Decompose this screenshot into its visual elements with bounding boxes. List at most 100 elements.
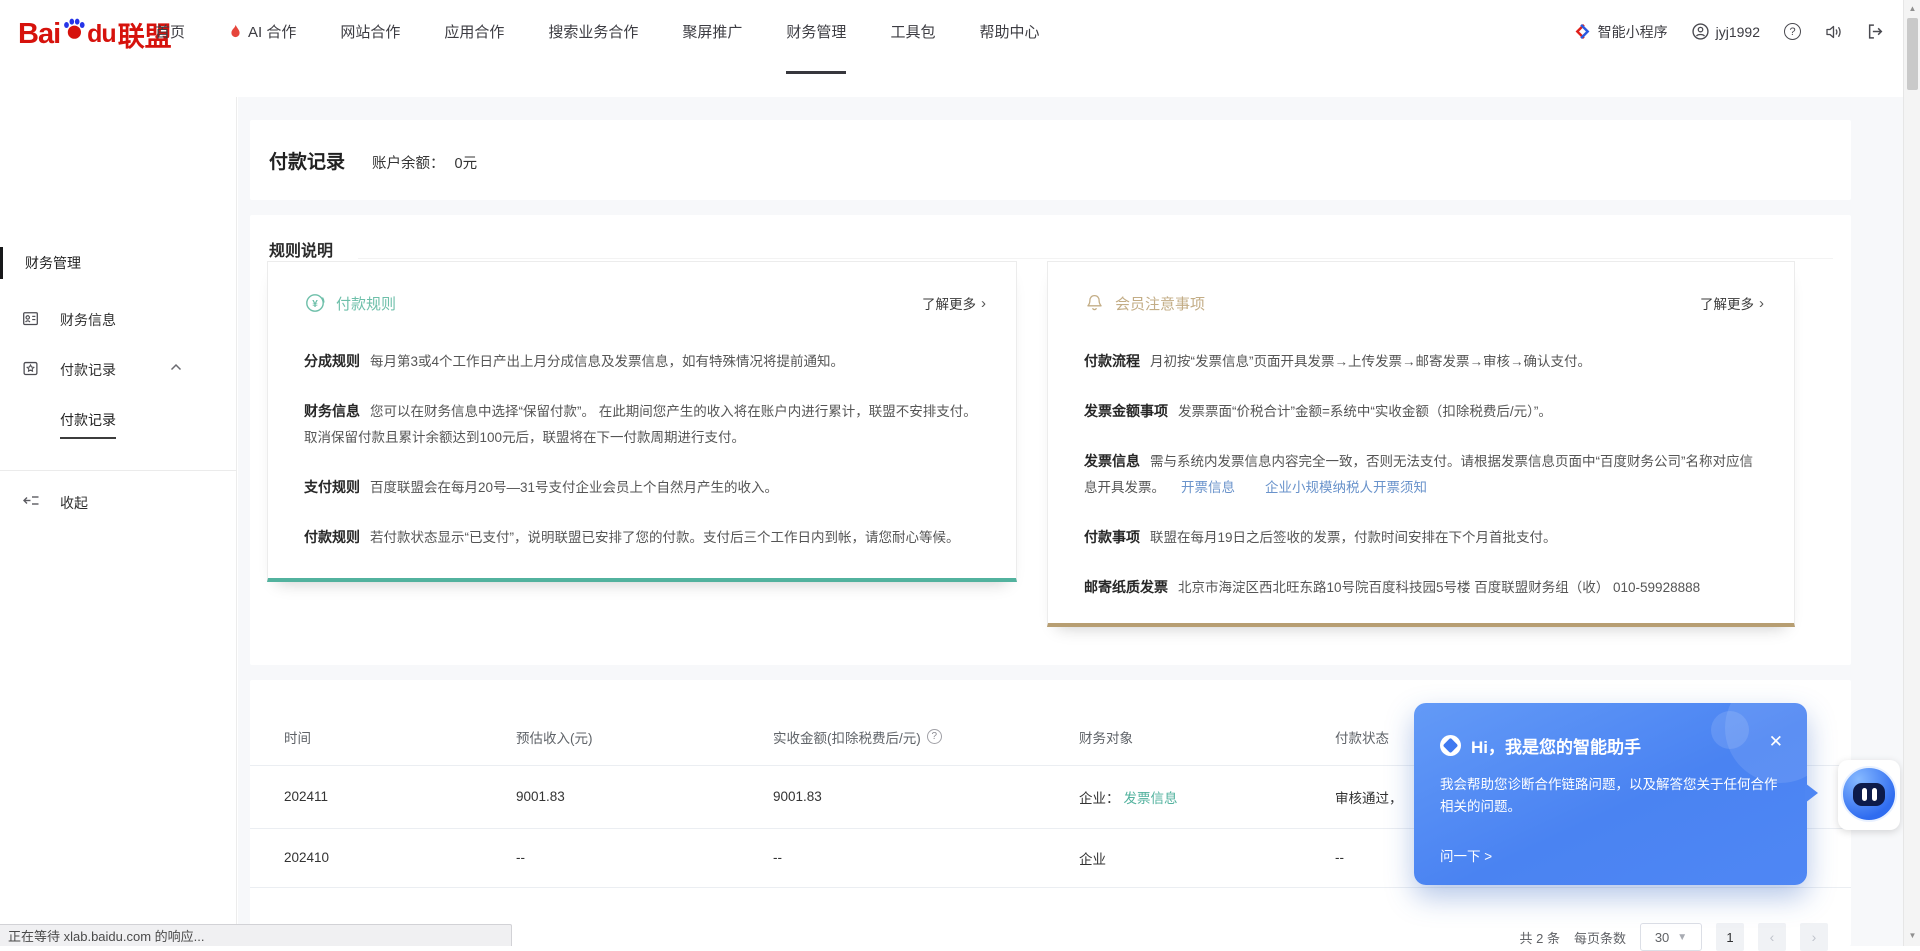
mini-program-entry[interactable]: 智能小程序 xyxy=(1574,22,1668,42)
rule-label: 发票信息 xyxy=(1084,453,1140,469)
logo-text-bai: Bai xyxy=(18,18,60,51)
rules-section-title: 规则说明 xyxy=(269,237,333,261)
balance-value: 0元 xyxy=(455,156,478,172)
scroll-up-arrow[interactable]: ▲ xyxy=(1904,4,1920,13)
ask-now-link[interactable]: 问一下 > xyxy=(1440,845,1492,865)
top-navbar: Bai du 联盟 首页 AI 合作 网站合作 应用合作 搜索业务合作 聚屏推广… xyxy=(0,0,1920,97)
logo-text-du: du xyxy=(87,20,116,49)
status-text: 正在等待 xlab.baidu.com 的响应... xyxy=(8,926,205,945)
page-size-select[interactable]: 30▼ xyxy=(1640,923,1702,951)
scrollbar-thumb[interactable] xyxy=(1907,18,1918,90)
payment-rules-title: 付款规则 xyxy=(336,293,396,314)
rule-label: 分成规则 xyxy=(304,353,360,369)
member-notes-card: 会员注意事项 了解更多› 付款流程月初按“发票信息”页面开具发票→上传发票→邮寄… xyxy=(1047,261,1795,627)
compass-icon xyxy=(1440,735,1461,756)
paw-icon xyxy=(62,18,86,40)
table-divider xyxy=(250,887,1851,888)
rule-label: 发票金额事项 xyxy=(1084,403,1168,419)
balance-label: 账户余额： xyxy=(372,156,445,172)
mini-program-diamond-icon xyxy=(1574,23,1591,40)
cell-estimated: -- xyxy=(516,850,773,865)
page-number-button[interactable]: 1 xyxy=(1716,923,1744,951)
robot-avatar-icon xyxy=(1841,766,1897,822)
cell-received: -- xyxy=(773,850,1079,865)
rule-label: 邮寄纸质发票 xyxy=(1084,579,1168,595)
prev-page-button[interactable]: ‹ xyxy=(1758,923,1786,951)
sound-icon[interactable] xyxy=(1825,24,1843,40)
col-header-entity: 财务对象 xyxy=(1079,727,1335,747)
learn-more-link-1[interactable]: 了解更多› xyxy=(922,293,986,313)
small-taxpayer-notice-link[interactable]: 企业小规模纳税人开票须知 xyxy=(1265,480,1427,495)
chevron-up-icon[interactable] xyxy=(170,363,182,371)
assistant-popup: Hi，我是您的智能助手 ✕ 我会帮助您诊断合作链路问题，以及解答您关于任何合作相… xyxy=(1414,703,1807,885)
chevron-right-icon: › xyxy=(1759,295,1764,312)
baidu-union-logo[interactable]: Bai du 联盟 xyxy=(18,12,172,56)
learn-more-link-2[interactable]: 了解更多› xyxy=(1700,293,1764,313)
page-title: 付款记录 xyxy=(269,147,345,174)
main-menu: 首页 AI 合作 网站合作 应用合作 搜索业务合作 聚屏推广 财务管理 工具包 … xyxy=(155,0,1039,63)
member-notes-title: 会员注意事项 xyxy=(1115,293,1205,314)
left-sidebar: 财务管理 财务信息 付款记录 付款记录 xyxy=(0,97,237,946)
scroll-down-arrow[interactable]: ▼ xyxy=(1904,931,1920,940)
col-header-period: 时间 xyxy=(284,727,516,747)
cell-entity: 企业：发票信息 xyxy=(1079,787,1335,807)
finance-info-icon xyxy=(22,310,39,327)
nav-item-help[interactable]: 帮助中心 xyxy=(979,0,1039,63)
sidebar-subitem-payment-records-active[interactable]: 付款记录 xyxy=(0,403,237,435)
next-page-button[interactable]: › xyxy=(1800,923,1828,951)
cell-estimated: 9001.83 xyxy=(516,789,773,804)
account-balance: 账户余额： 0元 xyxy=(372,152,477,173)
sidebar-collapse-button[interactable]: 收起 xyxy=(0,486,237,518)
rule-label: 支付规则 xyxy=(304,479,360,495)
browser-scrollbar: ▲ ▼ xyxy=(1903,0,1920,946)
chevron-down-icon: ▼ xyxy=(1677,932,1687,943)
cell-period: 202410 xyxy=(284,850,516,865)
flame-icon xyxy=(229,24,242,40)
nav-item-home[interactable]: 首页 xyxy=(155,0,185,63)
nav-item-search[interactable]: 搜索业务合作 xyxy=(548,0,638,63)
rules-section: 规则说明 ¥ 付款规则 了解更多› 分成规则每月第3或4个工作日产出上月分成信息… xyxy=(250,215,1851,665)
cell-entity: 企业 xyxy=(1079,848,1335,868)
rule-label: 财务信息 xyxy=(304,403,360,419)
active-section-indicator xyxy=(0,247,3,279)
help-icon[interactable]: ? xyxy=(1784,23,1801,40)
sidebar-item-payment-records[interactable]: 付款记录 xyxy=(0,353,237,385)
user-account[interactable]: jyj1992 xyxy=(1692,23,1760,40)
pagination: 共 2 条 每页条数 30▼ 1 ‹ › xyxy=(1520,923,1828,951)
sidebar-item-finance-info[interactable]: 财务信息 xyxy=(0,303,237,335)
nav-item-screen[interactable]: 聚屏推广 xyxy=(682,0,742,63)
username: jyj1992 xyxy=(1716,24,1760,40)
invoice-info-table-link[interactable]: 发票信息 xyxy=(1124,791,1178,806)
coin-icon: ¥ xyxy=(304,292,326,314)
col-header-received: 实收金额(扣除税费后/元) ? xyxy=(773,727,1079,747)
logout-icon[interactable] xyxy=(1867,23,1884,40)
question-circle-icon[interactable]: ? xyxy=(927,729,942,744)
browser-status-bar: 正在等待 xlab.baidu.com 的响应... xyxy=(0,924,512,946)
col-header-estimated: 预估收入(元) xyxy=(516,727,773,747)
user-icon xyxy=(1692,23,1709,40)
svg-text:¥: ¥ xyxy=(312,299,318,310)
page-size-label: 每页条数 xyxy=(1574,928,1626,947)
nav-item-website[interactable]: 网站合作 xyxy=(340,0,400,63)
nav-item-toolkit[interactable]: 工具包 xyxy=(890,0,935,63)
payment-records-icon xyxy=(22,360,39,377)
popup-pointer-arrow xyxy=(1805,783,1818,803)
assistant-robot-button[interactable] xyxy=(1838,760,1900,830)
bell-icon xyxy=(1084,293,1105,314)
total-count: 共 2 条 xyxy=(1520,928,1560,947)
rule-label: 付款流程 xyxy=(1084,353,1140,369)
assistant-title: Hi，我是您的智能助手 xyxy=(1471,733,1641,758)
navbar-right-cluster: 智能小程序 jyj1992 ? xyxy=(1574,0,1884,63)
sidebar-section-finance[interactable]: 财务管理 xyxy=(25,247,81,279)
nav-item-finance-active[interactable]: 财务管理 xyxy=(786,0,846,63)
rule-label: 付款事项 xyxy=(1084,529,1140,545)
nav-item-ai[interactable]: AI 合作 xyxy=(229,0,296,63)
sidebar-divider xyxy=(0,470,237,471)
page-header-card: 付款记录 账户余额： 0元 xyxy=(250,120,1851,200)
close-icon[interactable]: ✕ xyxy=(1769,733,1783,750)
cell-received: 9001.83 xyxy=(773,789,1079,804)
invoice-info-link[interactable]: 开票信息 xyxy=(1181,480,1235,495)
rules-title-divider xyxy=(358,258,1833,259)
nav-item-app[interactable]: 应用合作 xyxy=(444,0,504,63)
payment-rules-card: ¥ 付款规则 了解更多› 分成规则每月第3或4个工作日产出上月分成信息及发票信息… xyxy=(267,261,1017,582)
